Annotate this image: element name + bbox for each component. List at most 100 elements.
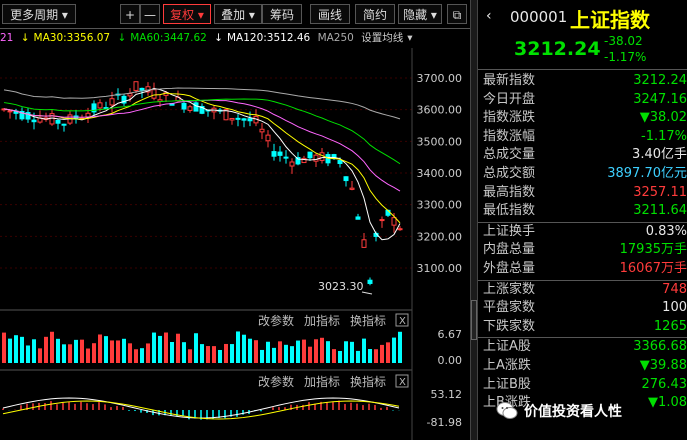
index-change: -38.02 — [604, 34, 643, 48]
volume-bar — [338, 350, 342, 363]
quote-panel: ‹ 000001 上证指数 3212.24 -38.02 -1.17% 最新指数… — [478, 0, 687, 440]
candle-body — [235, 117, 241, 120]
volume-bar — [116, 340, 120, 363]
index-code: 000001 — [510, 8, 568, 26]
chip-button[interactable]: 筹码 — [262, 4, 302, 24]
low-price-label: 3023.30 — [318, 280, 364, 293]
vol-modify-params-link[interactable]: 改参数 — [258, 313, 294, 328]
stat-label: 指数涨幅 — [483, 128, 536, 144]
stat-value: 17935万手 — [619, 242, 687, 258]
candle-body — [49, 113, 55, 125]
draw-line-button[interactable]: 画线 — [310, 4, 350, 24]
stat-label: 上证A股 — [483, 339, 531, 355]
volume-bars — [2, 331, 402, 363]
stat-value: 3366.68 — [633, 339, 687, 355]
quote-header: ‹ 000001 上证指数 3212.24 -38.02 -1.17% — [478, 0, 687, 70]
ma120-arrow-icon: ↓ — [214, 32, 223, 44]
expand-icon[interactable]: ⧉ — [447, 4, 467, 24]
volume-bar — [374, 349, 378, 363]
chevron-down-icon: ▾ — [197, 8, 204, 22]
stat-value: ▼38.02 — [639, 110, 687, 126]
vol-tick-high: 6.67 — [438, 328, 463, 341]
overlay-label: 叠加 — [221, 8, 246, 22]
overlay-button[interactable]: 叠加 ▾ — [214, 4, 262, 24]
stat-value: -1.17% — [641, 128, 687, 144]
volume-bar — [272, 347, 276, 363]
candle-body — [133, 81, 139, 91]
hide-button[interactable]: 隐藏 ▾ — [398, 4, 442, 24]
volume-bar — [380, 344, 384, 363]
stat-row: 今日开盘 3247.16 — [478, 91, 687, 109]
volume-bar — [122, 338, 126, 363]
stat-row: 最高指数 3257.11 — [478, 184, 687, 202]
volume-bar — [38, 348, 42, 363]
candle-body — [283, 156, 289, 159]
stat-label: 上A涨跌 — [483, 358, 531, 373]
zoom-in-button[interactable]: + — [120, 4, 140, 24]
stat-label: 外盘总量 — [483, 261, 536, 276]
volume-bar — [128, 343, 132, 363]
stat-row: 上证B股 276.43 — [478, 376, 687, 394]
panel-splitter[interactable] — [470, 0, 478, 440]
splitter-handle[interactable] — [471, 300, 477, 340]
volume-bar — [398, 331, 402, 363]
candle-body — [379, 219, 385, 222]
stat-row: 平盘家数 100 — [478, 299, 687, 317]
stat-label: 最新指数 — [483, 73, 536, 88]
stat-value: ▼39.88 — [639, 358, 687, 373]
stat-value: 3211.64 — [633, 203, 687, 219]
candle-body — [31, 119, 37, 123]
simple-mode-button[interactable]: 简约 — [355, 4, 395, 24]
volume-bar — [2, 332, 6, 363]
candle-body — [355, 216, 361, 220]
price-tick-label: 3600.00 — [417, 104, 463, 117]
stat-row: 上涨家数 748 — [478, 281, 687, 299]
volume-bar — [284, 344, 288, 363]
stat-value: 100 — [662, 300, 687, 316]
volume-bar — [212, 346, 216, 363]
chart-toolbar: 更多周期 ▾ + — 复权 ▾ 叠加 ▾ 筹码 画线 简约 隐藏 ▾ ⧉ — [0, 0, 470, 29]
volume-bar — [92, 343, 96, 363]
volume-bar — [98, 334, 102, 363]
ma30-arrow-icon: ↓ — [20, 32, 30, 44]
candle-body — [259, 128, 265, 133]
nav-left-icon[interactable]: ‹ — [486, 8, 492, 24]
candle-body — [265, 134, 271, 142]
ma-settings-button[interactable]: 设置均线 ▾ — [361, 32, 412, 44]
macd-modify-params-link[interactable]: 改参数 — [258, 374, 294, 389]
candle-body — [343, 176, 349, 182]
vol-switch-indicator-link[interactable]: 换指标 — [350, 313, 386, 328]
volume-bar — [80, 339, 84, 363]
volume-bar — [308, 346, 312, 363]
volume-bar — [26, 345, 30, 363]
candle-body — [97, 102, 103, 109]
macd-add-indicator-link[interactable]: 加指标 — [304, 374, 340, 389]
stat-label: 总成交额 — [483, 166, 536, 181]
candlestick-chart[interactable]: 3700.00 3600.00 3500.00 3400.00 3300.00 3200.… — [0, 48, 470, 440]
volume-bar — [278, 341, 282, 363]
volume-bar — [320, 337, 324, 363]
zoom-out-button[interactable]: — — [140, 4, 160, 24]
candle-body — [229, 117, 235, 121]
volume-bar — [368, 349, 372, 363]
volume-bar — [350, 341, 354, 363]
vol-add-indicator-link[interactable]: 加指标 — [304, 313, 340, 328]
stat-value: 3212.24 — [633, 73, 687, 88]
period-menu-button[interactable]: 更多周期 ▾ — [2, 4, 76, 24]
volume-bar — [170, 342, 174, 363]
volume-bar — [194, 333, 198, 363]
candle-body — [109, 98, 115, 106]
volume-bar — [254, 340, 258, 363]
ma250-value: MA250 — [317, 32, 354, 44]
candle-body — [313, 154, 319, 162]
stat-value: 16067万手 — [619, 261, 687, 276]
volume-bar — [386, 342, 390, 363]
volume-bar — [68, 344, 72, 363]
volume-bar — [392, 337, 396, 363]
candle-body — [127, 93, 133, 97]
fuquan-button[interactable]: 复权 ▾ — [163, 4, 211, 24]
stat-label: 平盘家数 — [483, 300, 536, 316]
ma60-arrow-icon: ↓ — [117, 32, 127, 44]
stat-label: 上涨家数 — [483, 281, 536, 297]
macd-switch-indicator-link[interactable]: 换指标 — [350, 374, 386, 389]
